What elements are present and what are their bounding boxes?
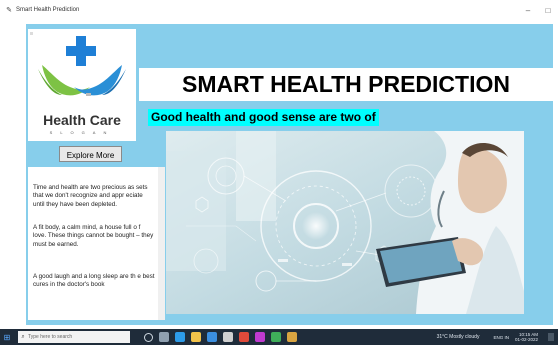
app-main-area: Health Care SLOGAN SMART HEALTH PREDICTI… — [26, 24, 553, 325]
health-care-logo: Health Care SLOGAN — [28, 29, 136, 141]
doctor-tablet-hero-image — [166, 131, 524, 314]
window-title-bar: ✎ Smart Health Prediction – □ — [0, 0, 558, 20]
page-title-banner: SMART HEALTH PREDICTION — [139, 68, 553, 101]
python-app-icon[interactable] — [287, 332, 297, 342]
task-view-icon[interactable] — [159, 332, 169, 342]
logo-slogan: SLOGAN — [49, 130, 115, 135]
chrome-icon[interactable] — [239, 332, 249, 342]
edge-icon[interactable] — [175, 332, 185, 342]
notification-icon[interactable] — [548, 333, 554, 341]
quote-paragraph-2: A fit body, a calm mind, a house full o … — [33, 224, 154, 248]
taskbar-pinned-apps — [144, 332, 303, 342]
window-title: Smart Health Prediction — [16, 7, 80, 13]
taskbar-search-box[interactable]: ⌕ Type here to search — [18, 331, 130, 343]
medical-cross-hands-icon — [30, 32, 126, 96]
clock-date: 01-02-2022 — [514, 337, 538, 342]
health-quotes-text-area[interactable]: Time and health are two precious as sets… — [28, 167, 158, 320]
windows-start-icon[interactable]: ⊞ — [0, 333, 14, 342]
search-icon: ⌕ — [21, 333, 25, 340]
mail-icon[interactable] — [207, 332, 217, 342]
app-icon-green[interactable] — [271, 332, 281, 342]
search-placeholder: Type here to search — [28, 334, 73, 340]
explore-more-button[interactable]: Explore More ! — [59, 146, 122, 176]
system-tray: 31°C Mostly cloudy ENG IN 10:15 AM 01-02… — [437, 332, 558, 343]
quote-paragraph-1: Time and health are two precious as sets… — [33, 184, 148, 208]
language-indicator[interactable]: ENG IN — [493, 335, 509, 340]
logo-title: Health Care — [43, 112, 121, 128]
feather-app-icon: ✎ — [6, 7, 12, 14]
file-explorer-icon[interactable] — [191, 332, 201, 342]
store-icon[interactable] — [223, 332, 233, 342]
minimize-button[interactable]: – — [518, 6, 538, 15]
maximize-button[interactable]: □ — [538, 6, 558, 15]
quote-paragraph-3: A good laugh and a long sleep are th e b… — [33, 273, 155, 289]
cortana-icon[interactable] — [144, 332, 153, 342]
tagline-label: Good health and good sense are two of — [148, 109, 379, 126]
text-area-scrollbar[interactable] — [158, 167, 165, 320]
windows-taskbar: ⊞ ⌕ Type here to search 31°C Mostly clou… — [0, 329, 558, 345]
taskbar-clock[interactable]: 10:15 AM 01-02-2022 — [515, 332, 538, 343]
weather-indicator[interactable]: 31°C Mostly cloudy — [437, 334, 480, 340]
app-icon-purple[interactable] — [255, 332, 265, 342]
